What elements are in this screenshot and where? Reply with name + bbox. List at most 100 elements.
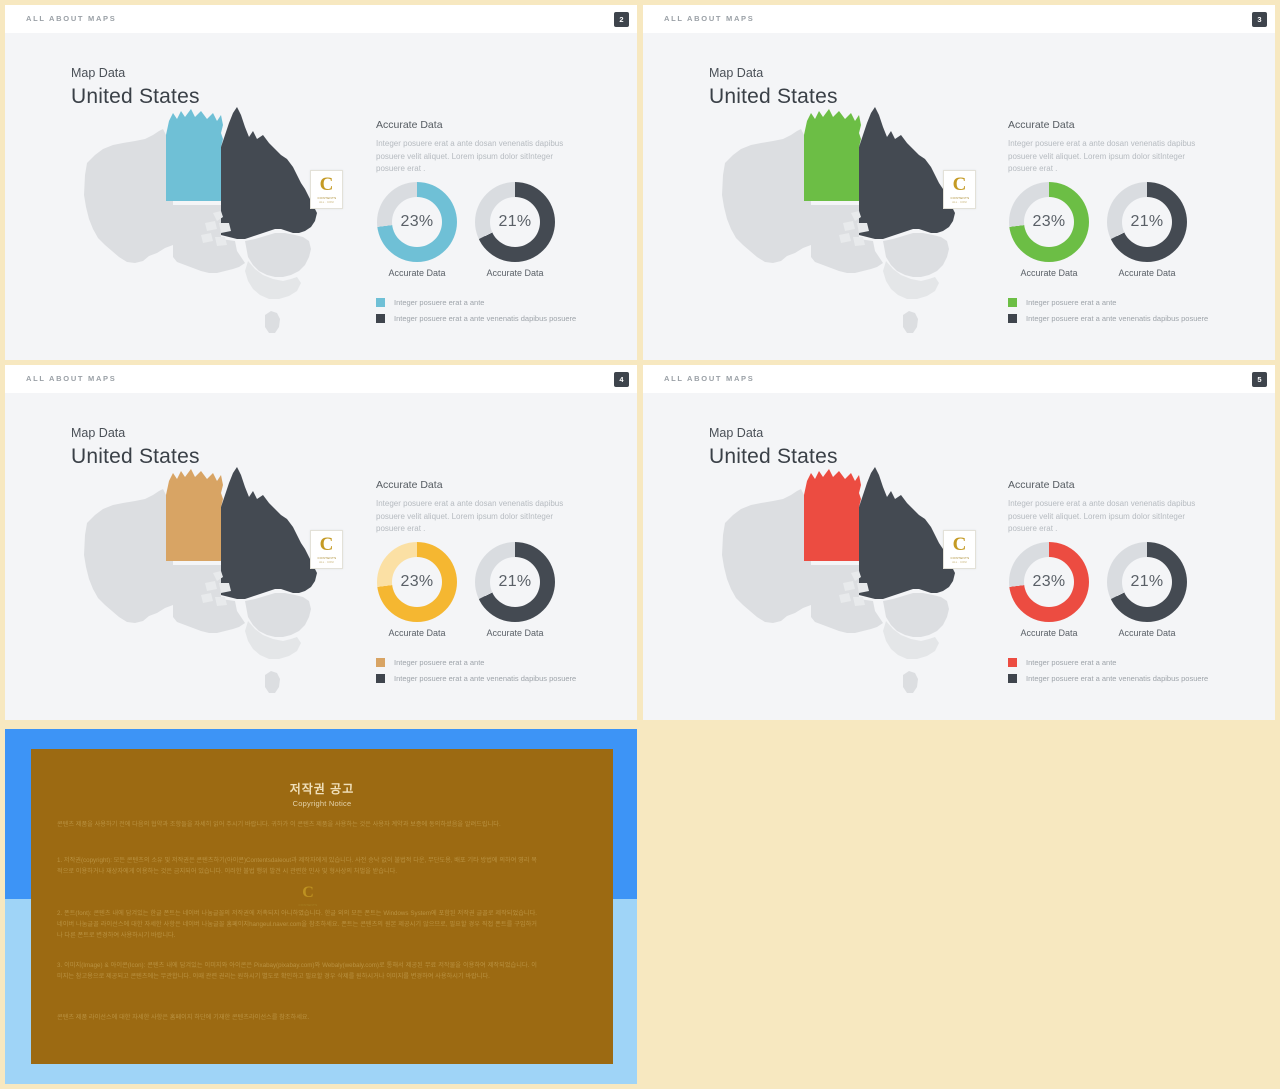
slide-2-header: ALL ABOUT MAPS 2: [5, 5, 637, 33]
logo-subline: ALL . COM: [319, 201, 334, 204]
logo-wordmark: CONTENTS: [298, 903, 318, 907]
slide-4-legend: Integer posuere erat a ante Integer posu…: [376, 658, 576, 690]
slide-2-logo-watermark: C CONTENTS ALL . COM: [310, 170, 343, 209]
slide-3-logo-watermark: C CONTENTS ALL . COM: [943, 170, 976, 209]
region-western-australia[interactable]: [722, 489, 811, 623]
legend-item: Integer posuere erat a ante venenatis da…: [1008, 674, 1208, 683]
slide-5-legend: Integer posuere erat a ante Integer posu…: [1008, 658, 1208, 690]
region-queensland[interactable]: [859, 467, 955, 599]
donut-caption: Accurate Data: [1020, 628, 1078, 638]
donut-ring: 21%: [475, 182, 555, 262]
slide-2-donut-1[interactable]: 23% Accurate Data: [377, 182, 457, 278]
slide-3-header: ALL ABOUT MAPS 3: [643, 5, 1275, 33]
slide-5-logo-watermark: C CONTENTS ALL . COM: [943, 530, 976, 569]
region-western-australia[interactable]: [84, 129, 173, 263]
donut-value-label: 23%: [400, 573, 434, 590]
logo-letter-c: C: [319, 534, 334, 555]
donut-hole: 23%: [1024, 557, 1074, 607]
legend-swatch-accent: [1008, 658, 1017, 667]
logo-wordmark: CONTENTS: [950, 556, 969, 560]
logo-letter-c: C: [302, 884, 314, 901]
legend-item: Integer posuere erat a ante venenatis da…: [376, 314, 576, 323]
slide-4-donut-2[interactable]: 21% Accurate Data: [475, 542, 555, 638]
slide-2-panel-body: Integer posuere erat a ante dosan venena…: [376, 139, 564, 173]
slide-2-donut-2[interactable]: 21% Accurate Data: [475, 182, 555, 278]
donut-ring: 23%: [377, 542, 457, 622]
slide-3-map-australia[interactable]: [703, 105, 1003, 360]
slide-5-panel-body: Integer posuere erat a ante dosan venena…: [1008, 499, 1196, 533]
region-queensland[interactable]: [859, 107, 955, 239]
slide-2-page-badge: 2: [614, 12, 629, 27]
donut-hole: 23%: [392, 197, 442, 247]
australia-map-svg: [722, 107, 955, 333]
slide-3: ALL ABOUT MAPS 3 Map Data United States …: [643, 5, 1275, 360]
region-northern-territory[interactable]: [804, 109, 861, 201]
region-queensland[interactable]: [221, 107, 317, 239]
region-northern-territory[interactable]: [166, 469, 223, 561]
donut-ring: 23%: [1009, 542, 1089, 622]
region-northern-territory[interactable]: [804, 469, 861, 561]
slide-5-map-australia[interactable]: [703, 465, 1003, 720]
legend-swatch-dark: [376, 674, 385, 683]
donut-caption: Accurate Data: [388, 268, 446, 278]
donut-caption: Accurate Data: [486, 268, 544, 278]
slide-5-donut-1[interactable]: 23% Accurate Data: [1009, 542, 1089, 638]
slide-4: ALL ABOUT MAPS 4 Map Data United States …: [5, 365, 637, 720]
donut-hole: 23%: [392, 557, 442, 607]
legend-swatch-accent: [376, 658, 385, 667]
slide-3-legend: Integer posuere erat a ante Integer posu…: [1008, 298, 1208, 330]
slide-2-map-australia[interactable]: [65, 105, 365, 360]
slide-3-donut-1[interactable]: 23% Accurate Data: [1009, 182, 1089, 278]
donut-hole: 21%: [1122, 557, 1172, 607]
slide-3-kicker: Map Data: [709, 66, 764, 80]
region-tasmania[interactable]: [903, 311, 918, 333]
copyright-logo-watermark: C CONTENTS: [297, 882, 319, 910]
legend-item: Integer posuere erat a ante venenatis da…: [1008, 314, 1208, 323]
region-northern-territory[interactable]: [166, 109, 223, 201]
legend-swatch-dark: [1008, 314, 1017, 323]
slide-5-donut-2[interactable]: 21% Accurate Data: [1107, 542, 1187, 638]
slide-3-donut-2[interactable]: 21% Accurate Data: [1107, 182, 1187, 278]
region-western-australia[interactable]: [84, 489, 173, 623]
donut-caption: Accurate Data: [486, 628, 544, 638]
donut-value-label: 23%: [1032, 213, 1066, 230]
legend-item: Integer posuere erat a ante: [1008, 658, 1208, 667]
legend-swatch-accent: [376, 298, 385, 307]
legend-swatch-accent: [1008, 298, 1017, 307]
copyright-clause-3: 3. 이미지(Image) & 아이콘(Icon): 콘텐츠 내에 담겨있는 이…: [57, 962, 537, 980]
donut-value-label: 21%: [1130, 213, 1164, 230]
copyright-heading-english: Copyright Notice: [292, 799, 352, 808]
slide-2-header-title: ALL ABOUT MAPS: [26, 14, 117, 23]
region-western-australia[interactable]: [722, 129, 811, 263]
donut-hole: 21%: [490, 197, 540, 247]
donut-hole: 23%: [1024, 197, 1074, 247]
slide-4-panel-body: Integer posuere erat a ante dosan venena…: [376, 499, 564, 533]
copyright-footer-note: 콘텐츠 제품 라이선스에 대한 자세한 사항은 홈페이지 하단에 기재한 콘텐츠…: [57, 1014, 310, 1021]
region-tasmania[interactable]: [265, 311, 280, 333]
slide-3-page-badge: 3: [1252, 12, 1267, 27]
slide-4-kicker: Map Data: [71, 426, 126, 440]
donut-caption: Accurate Data: [1118, 628, 1176, 638]
logo-subline: ALL . COM: [952, 201, 967, 204]
slide-4-donut-1[interactable]: 23% Accurate Data: [377, 542, 457, 638]
slide-4-map-australia[interactable]: [65, 465, 365, 720]
legend-item: Integer posuere erat a ante venenatis da…: [376, 674, 576, 683]
region-queensland[interactable]: [221, 467, 317, 599]
donut-ring: 21%: [1107, 542, 1187, 622]
donut-caption: Accurate Data: [1118, 268, 1176, 278]
legend-item: Integer posuere erat a ante: [376, 298, 576, 307]
logo-subline: ALL . COM: [952, 561, 967, 564]
slide-5-panel-title: Accurate Data: [1008, 479, 1075, 491]
legend-swatch-dark: [376, 314, 385, 323]
slide-4-panel-title: Accurate Data: [376, 479, 443, 491]
slide-5-kicker: Map Data: [709, 426, 764, 440]
presentation-canvas: ALL ABOUT MAPS 2 Map Data United States: [0, 0, 1280, 1089]
copyright-clause-2: 2. 폰트(font): 콘텐츠 내에 담겨있는 한글 폰트는 네이버 나눔글꼴…: [57, 910, 537, 939]
slide-3-panel-body: Integer posuere erat a ante dosan venena…: [1008, 139, 1196, 173]
legend-item: Integer posuere erat a ante: [376, 658, 576, 667]
region-tasmania[interactable]: [903, 671, 918, 693]
donut-value-label: 23%: [400, 213, 434, 230]
region-tasmania[interactable]: [265, 671, 280, 693]
logo-letter-c: C: [952, 174, 967, 195]
slide-4-header-title: ALL ABOUT MAPS: [26, 374, 117, 383]
